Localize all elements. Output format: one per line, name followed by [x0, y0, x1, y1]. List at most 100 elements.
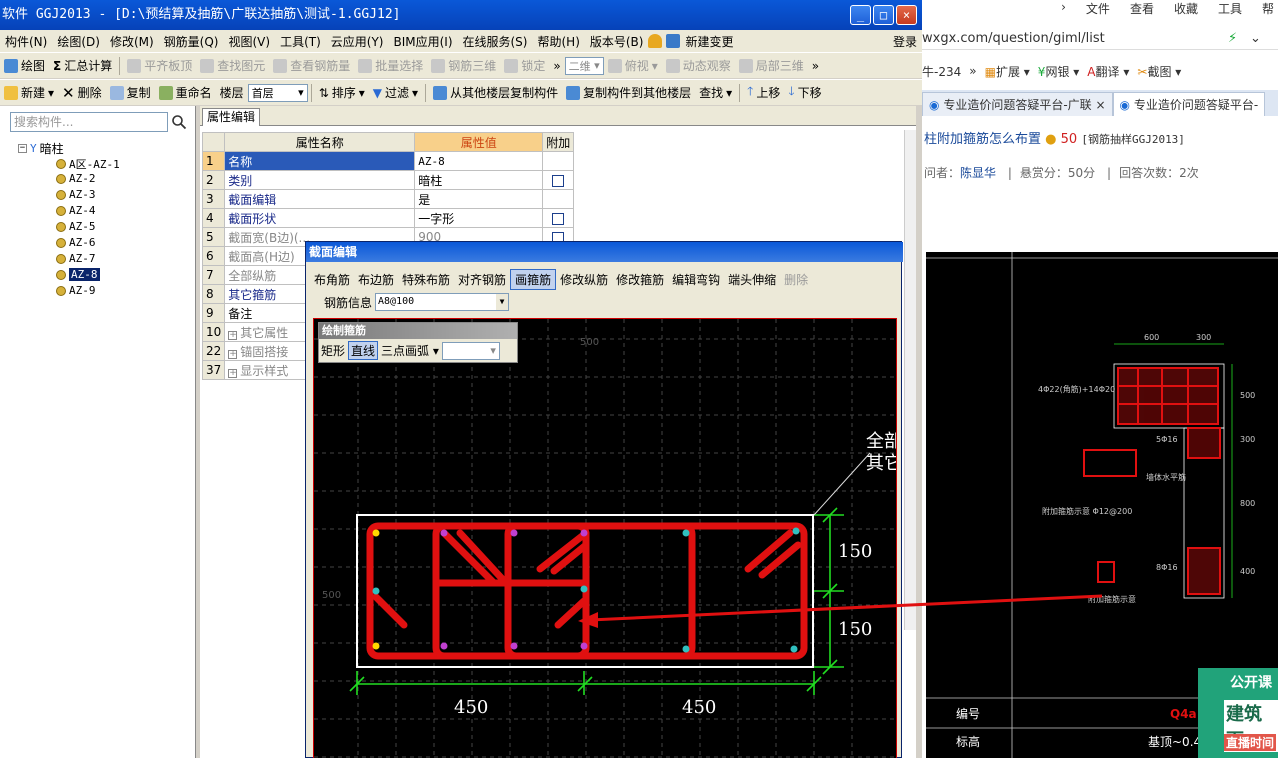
arc-option-select[interactable]: ▾ — [441, 341, 500, 360]
edge-rebar-button[interactable]: 布边筋 — [354, 270, 398, 289]
copy-to-floor-button[interactable]: 复制构件到其他楼层 — [562, 84, 695, 101]
tree-item[interactable]: AZ-5 — [56, 220, 96, 233]
lightning-icon[interactable]: ⚡ — [1228, 28, 1237, 50]
address-bar[interactable]: wxgx.com/question/giml/list ⚡ ⌄ — [922, 28, 1278, 50]
delete-button[interactable]: ✕ 删除 — [58, 84, 106, 102]
flat-slab-button[interactable]: 平齐板顶 — [123, 57, 196, 74]
corner-rebar-button[interactable]: 布角筋 — [310, 270, 354, 289]
expand-icon[interactable]: + — [228, 349, 238, 359]
search-input[interactable]: 搜索构件... — [10, 112, 168, 132]
collapse-icon[interactable]: − — [18, 144, 27, 153]
delete-button[interactable]: 删除 — [780, 270, 812, 289]
rect-button[interactable]: 矩形 — [321, 342, 345, 359]
copy-from-floor-button[interactable]: 从其他楼层复制构件 — [429, 84, 562, 101]
asker-link[interactable]: 陈显华 — [960, 166, 996, 180]
sort-button[interactable]: ⇅ 排序 ▾ — [315, 84, 369, 101]
line-button[interactable]: 直线 — [348, 341, 379, 360]
edit-hook-button[interactable]: 编辑弯钩 — [668, 270, 724, 289]
menu-cloud[interactable]: 云应用(Y) — [326, 33, 389, 50]
end-stretch-button[interactable]: 端头伸缩 — [724, 270, 780, 289]
batch-select-button[interactable]: 批量选择 — [354, 57, 427, 74]
menu-tools[interactable]: 工具(T) — [275, 33, 326, 50]
close-button[interactable]: × — [896, 5, 917, 25]
browser-menu-favorites[interactable]: 收藏 — [1174, 0, 1198, 18]
special-rebar-button[interactable]: 特殊布筋 — [398, 270, 454, 289]
menu-help[interactable]: 帮助(H) — [532, 33, 584, 50]
top-view-button[interactable]: 俯视 ▾ — [604, 57, 662, 74]
bookmark-prefix[interactable]: 牛-234 — [922, 63, 961, 80]
menu-new-change[interactable]: 新建变更 — [680, 33, 738, 50]
move-up-button[interactable]: 🡑 上移 — [743, 82, 784, 103]
bookmark-bank[interactable]: ¥网银 ▾ — [1038, 63, 1080, 80]
menu-component[interactable]: 构件(N) — [0, 33, 52, 50]
modify-stirrup-button[interactable]: 修改箍筋 — [612, 270, 668, 289]
maximize-button[interactable]: □ — [873, 5, 894, 25]
login-button[interactable]: 登录 — [888, 33, 922, 50]
toolbar-overflow-2[interactable]: » — [808, 59, 823, 73]
url-text[interactable]: wxgx.com/question/giml/list — [922, 31, 1105, 46]
tree-item[interactable]: AZ-4 — [56, 204, 96, 217]
helmet-icon[interactable] — [648, 34, 663, 48]
view-rebar-button[interactable]: 查看钢筋量 — [269, 57, 354, 74]
menu-view[interactable]: 视图(V) — [223, 33, 275, 50]
modify-longitudinal-button[interactable]: 修改纵筋 — [556, 270, 612, 289]
extra-checkbox[interactable] — [552, 212, 565, 225]
minimize-button[interactable]: _ — [850, 5, 871, 25]
tab-qa-1[interactable]: ◉ 专业造价问题答疑平台-广联 × — [922, 92, 1113, 116]
browser-menu-file[interactable]: 文件 — [1086, 0, 1110, 18]
browser-nav-icon[interactable]: › — [1061, 0, 1066, 18]
menu-online[interactable]: 在线服务(S) — [458, 33, 533, 50]
floor-select[interactable]: 首层 ▾ — [247, 83, 308, 102]
filter-button[interactable]: ▼ 过滤 ▾ — [369, 84, 422, 101]
menu-drawing[interactable]: 绘图(D) — [52, 33, 105, 50]
extra-checkbox[interactable] — [552, 174, 565, 187]
tree-item[interactable]: AZ-7 — [56, 252, 96, 265]
table-row[interactable]: 4 截面形状 一字形 — [201, 208, 575, 228]
table-row[interactable]: 1 名称 AZ-8 — [201, 151, 575, 171]
question-title[interactable]: 柱附加箍筋怎么布置 — [924, 132, 1041, 147]
lock-button[interactable]: 锁定 — [500, 57, 549, 74]
rename-button[interactable]: 重命名 — [155, 84, 216, 101]
bookmark-extensions[interactable]: ▦扩展 ▾ — [985, 63, 1030, 80]
rebar-info-select[interactable]: A8@100 ▼ — [375, 293, 510, 311]
search-icon[interactable] — [171, 114, 187, 130]
section-canvas[interactable]: 500 500 150 150 450 450 全 其 — [313, 318, 897, 758]
tree-item[interactable]: A区-AZ-1 — [56, 156, 120, 172]
change-icon[interactable] — [666, 34, 681, 48]
draw-stirrup-button[interactable]: 画箍筋 — [510, 268, 557, 290]
new-button[interactable]: 新建 ▾ — [0, 84, 58, 101]
tree-item[interactable]: AZ-9 — [56, 284, 96, 297]
tab-qa-2[interactable]: ◉ 专业造价问题答疑平台- — [1112, 92, 1266, 116]
bookmark-translate[interactable]: A翻译 ▾ — [1087, 63, 1129, 80]
browser-menu-tools[interactable]: 工具 — [1218, 0, 1242, 18]
tree-item[interactable]: AZ-6 — [56, 236, 96, 249]
chevron-down-icon[interactable]: ⌄ — [1250, 28, 1261, 50]
section-drawing[interactable]: 500 500 150 150 450 450 全 其 — [314, 319, 897, 758]
dynamic-view-button[interactable]: 动态观察 — [662, 57, 735, 74]
table-row[interactable]: 3 截面编辑是 — [201, 189, 575, 209]
menu-version[interactable]: 版本号(B) — [585, 33, 649, 50]
expand-icon[interactable]: + — [228, 368, 238, 378]
local-3d-button[interactable]: 局部三维 — [735, 57, 808, 74]
vertical-scrollbar[interactable] — [904, 130, 916, 630]
find-element-button[interactable]: 查找图元 — [196, 57, 269, 74]
tree-item-selected[interactable]: AZ-8 — [56, 268, 100, 281]
toolbar-overflow-1[interactable]: » — [549, 59, 564, 73]
expand-icon[interactable]: + — [228, 330, 238, 340]
move-down-button[interactable]: 🡓 下移 — [784, 82, 825, 103]
copy-button[interactable]: 复制 — [106, 84, 155, 101]
tab-property-edit[interactable]: 属性编辑 — [202, 108, 261, 126]
view-2d-dropdown[interactable]: 二维 ▾ — [564, 56, 604, 75]
tree-root[interactable]: − Y 暗柱 — [18, 140, 64, 157]
ad-banner[interactable]: 公开课 建筑面 直播时间 — [1198, 668, 1278, 758]
stirrups[interactable] — [366, 522, 808, 660]
sum-button[interactable]: Σ 汇总计算 — [49, 57, 116, 74]
draw-button[interactable]: 绘图 — [0, 57, 49, 74]
bookmark-screenshot[interactable]: ✂截图 ▾ — [1137, 63, 1181, 80]
find-button[interactable]: 查找 ▾ — [695, 84, 736, 101]
menu-modify[interactable]: 修改(M) — [105, 33, 159, 50]
tree-item[interactable]: AZ-3 — [56, 188, 96, 201]
table-row[interactable]: 2 类别 暗柱 — [201, 170, 575, 190]
align-rebar-button[interactable]: 对齐钢筋 — [454, 270, 510, 289]
tree-item[interactable]: AZ-2 — [56, 172, 96, 185]
